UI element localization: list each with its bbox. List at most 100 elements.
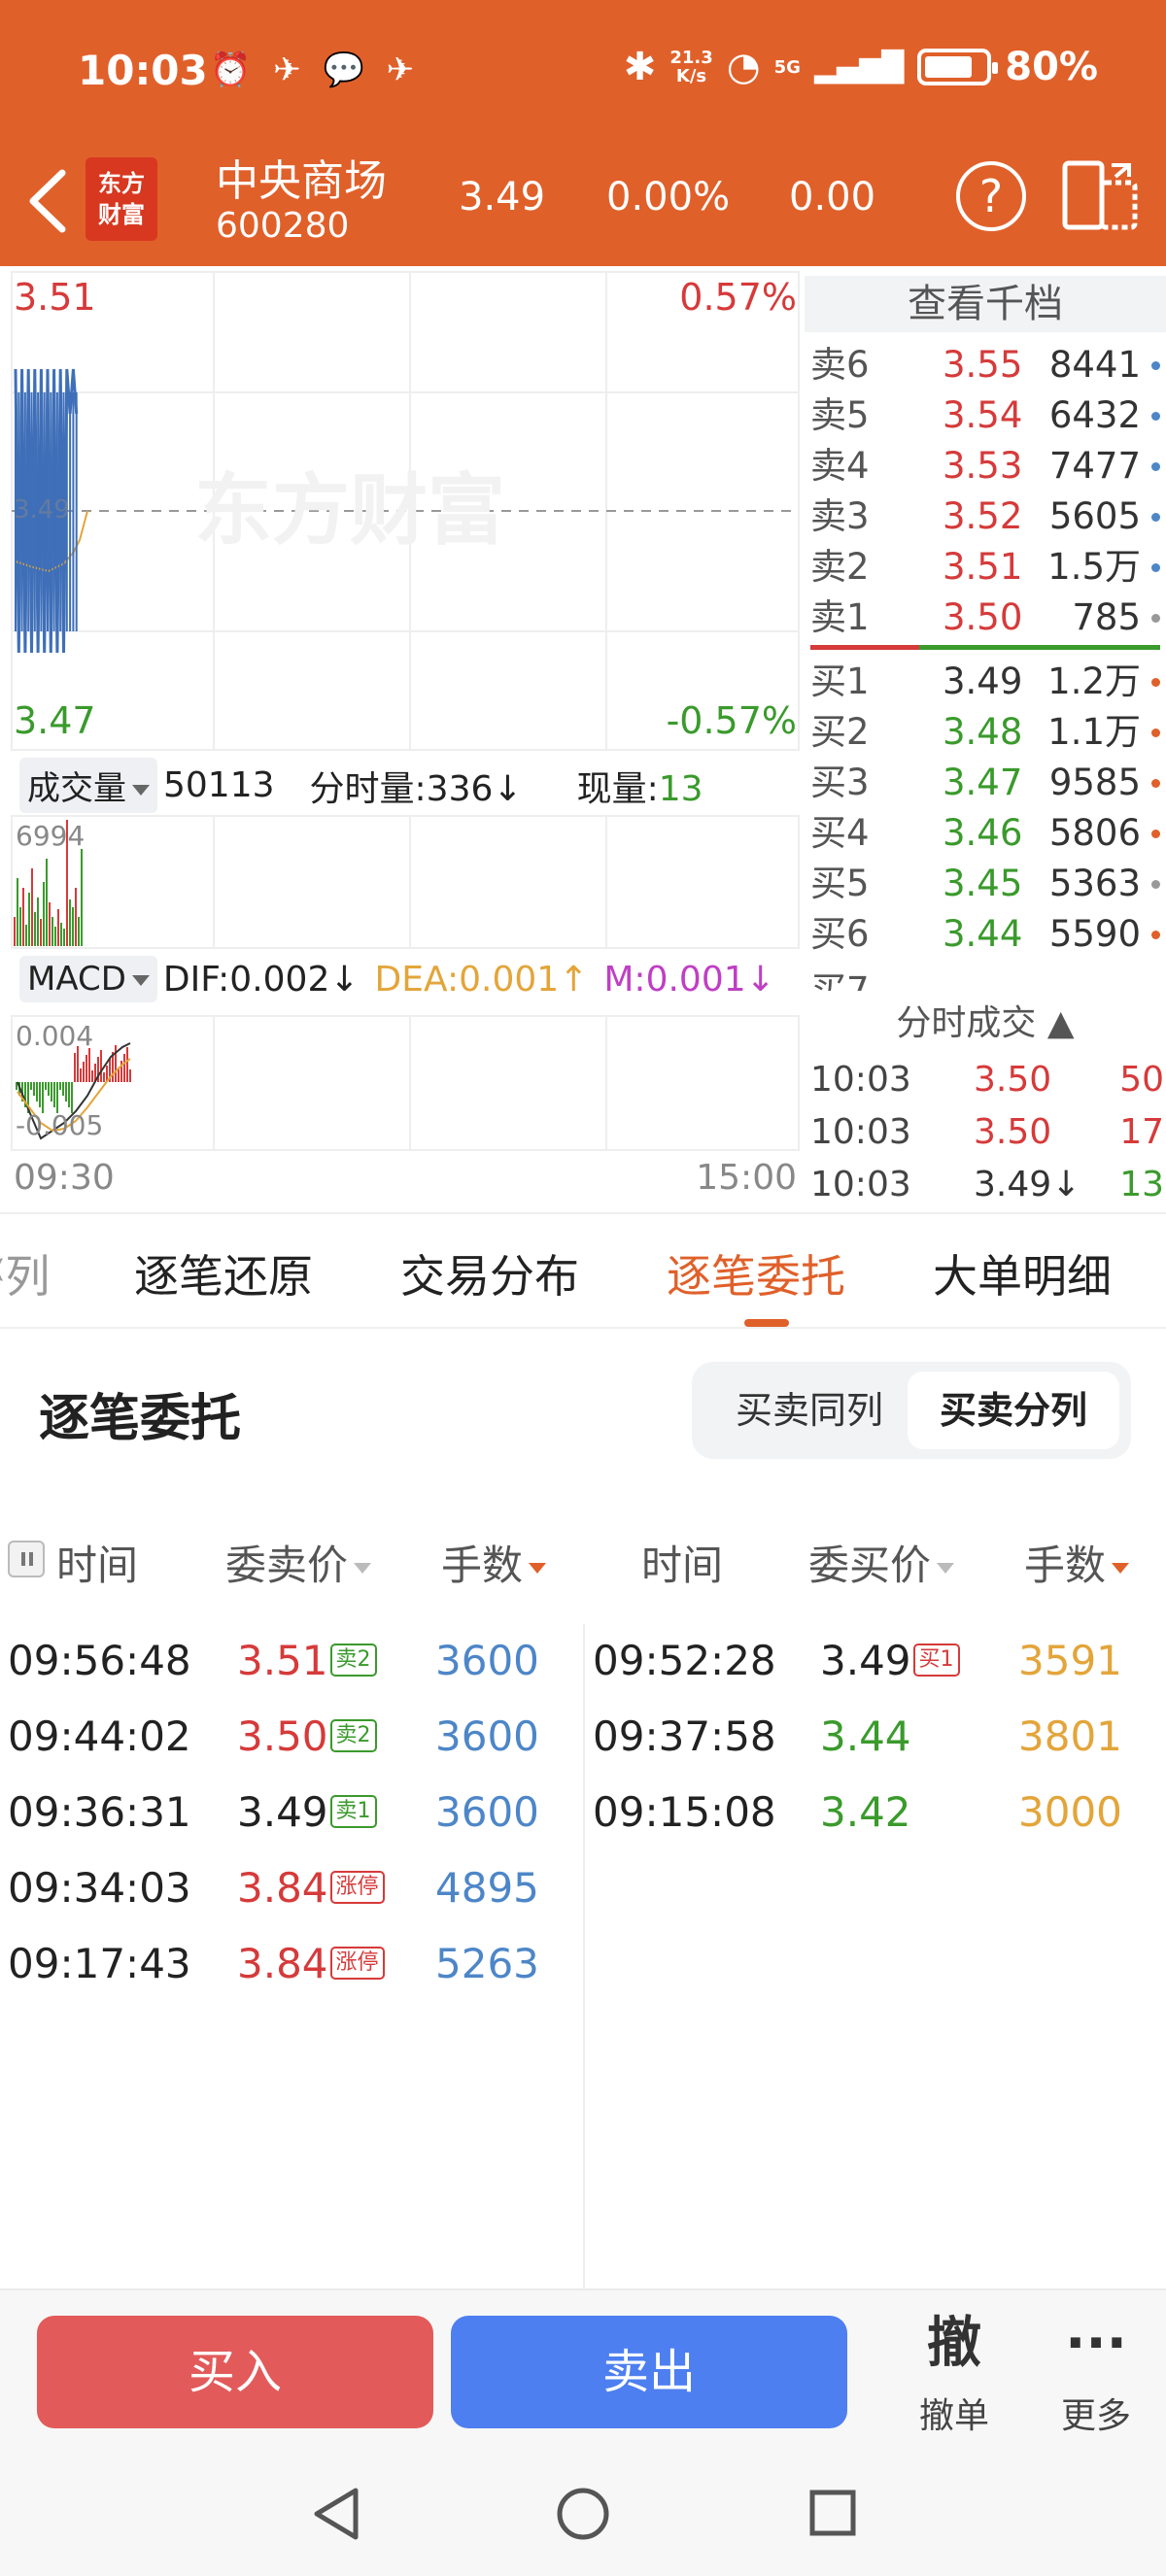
sell-price-header-label: 委卖价 (225, 1542, 349, 1589)
order-price: 3.84 涨停 (237, 1859, 385, 1917)
buy-qty-header[interactable]: 手数 (1024, 1533, 1130, 1592)
signal-bars-icon: ▂▄▆█ (813, 50, 905, 85)
orderbook-row[interactable]: 买2 3.48 1.1万 (810, 707, 1160, 758)
orderbook-row[interactable]: 买3 3.47 9585 (810, 758, 1160, 808)
orderbook-row[interactable]: 卖6 3.55 8441 (810, 340, 1160, 390)
orderbook-row[interactable]: 买1 3.49 1.2万 (810, 657, 1160, 707)
status-right: ✱ 21.3 K/s ◔ 5G ▂▄▆█ 80% (624, 45, 1098, 89)
chart-low-price: 3.47 (14, 699, 96, 742)
macd-bar (59, 1082, 61, 1090)
sell-button[interactable]: 卖出 (451, 2316, 847, 2428)
tick-row: 10:03 3.50 50 (810, 1053, 1164, 1107)
nav-back-icon[interactable] (309, 2485, 363, 2543)
volume-bar (25, 925, 27, 946)
stock-change-pct: 0.00% (606, 175, 731, 220)
intraday-chart-area[interactable]: 东方财富 3.51 0.57% 3.47 -0.57% 3.49 成交量 501… (10, 270, 801, 1212)
buy-button[interactable]: 买入 (37, 2316, 433, 2428)
level-volume: 5363 (1048, 863, 1141, 904)
split-screen-icon[interactable] (1061, 159, 1139, 231)
nav-recents-icon[interactable] (806, 2485, 861, 2543)
volume-bar (72, 907, 74, 946)
orderbook-row[interactable]: 卖4 3.53 7477 (810, 441, 1160, 491)
level-volume: 9585 (1048, 762, 1141, 803)
order-qty: 3600 (435, 1637, 539, 1684)
macd-dea: DEA:0.001↑ (374, 959, 589, 1000)
macd-bar (123, 1054, 125, 1082)
orderbook-row[interactable]: 卖2 3.51 1.5万 (810, 542, 1160, 593)
stock-change: 0.00 (789, 175, 876, 220)
volume-indicator-row: 成交量 50113 分时量:336↓ 现量:13 (19, 758, 703, 813)
order-qty: 3600 (435, 1788, 539, 1836)
order-price: 3.44 (820, 1712, 911, 1760)
order-time: 09:56:48 (8, 1637, 191, 1684)
back-icon[interactable] (25, 167, 70, 235)
buy-time-header: 时间 (641, 1542, 724, 1589)
sell-qty-header[interactable]: 手数 (441, 1533, 547, 1592)
cancel-order-button[interactable]: 撤 撤单 (896, 2310, 1012, 2438)
tab-trade-distribution[interactable]: 交易分布 (400, 1241, 579, 1305)
macd-dropdown[interactable]: MACD (19, 956, 157, 1002)
order-time: 09:52:28 (593, 1637, 776, 1684)
volume-chart[interactable] (10, 814, 801, 950)
macd-chart[interactable] (10, 1014, 801, 1152)
signal-type: 5G (773, 56, 801, 78)
split-column-option[interactable]: 买卖分列 (908, 1372, 1119, 1449)
level-price: 3.48 (943, 711, 1023, 753)
layout-toggle: 买卖同列 买卖分列 (692, 1362, 1131, 1459)
level-price: 3.44 (943, 913, 1023, 955)
tab-partial[interactable]: ⁽列 (0, 1241, 50, 1305)
volume-bar (57, 909, 59, 946)
orderbook-row[interactable]: 卖3 3.52 5605 (810, 491, 1160, 542)
notification-icons: ⏰ ✈ 💬 ✈ (210, 51, 421, 89)
tab-large-order[interactable]: 大单明细 (933, 1241, 1112, 1305)
volume-dropdown[interactable]: 成交量 (19, 758, 157, 813)
orderbook-row[interactable]: 买6 3.44 5590 (810, 909, 1160, 960)
order-qty: 3000 (1018, 1788, 1122, 1836)
level-price: 3.53 (943, 445, 1023, 487)
volume-bar (14, 917, 16, 946)
macd-dif: DIF:0.002↓ (162, 959, 360, 1000)
view-thousand-levels-button[interactable]: 查看千档 (805, 276, 1166, 332)
pause-icon[interactable] (8, 1541, 45, 1577)
order-qty: 3801 (1018, 1712, 1122, 1760)
order-book[interactable]: 查看千档 卖6 3.55 8441 卖5 3.54 6432 卖4 3.53 7477 卖3 3.5… (805, 270, 1166, 991)
battery-fill (925, 56, 973, 78)
level-label: 买2 (810, 711, 870, 753)
macd-indicator-row: MACD DIF:0.002↓ DEA:0.001↑ M:0.001↓ (19, 956, 775, 1002)
order-qty: 3600 (435, 1712, 539, 1760)
volume-max: 6994 (16, 820, 86, 852)
more-button[interactable]: ··· 更多 (1038, 2310, 1154, 2438)
tick-trades[interactable]: 分时成交 ▲ 10:03 3.50 50 10:03 3.50 17 10:03 3.49↓ 1… (805, 991, 1166, 1214)
tick-trades-title[interactable]: 分时成交 ▲ (805, 995, 1166, 1045)
level-price: 3.46 (943, 812, 1023, 854)
orderbook-row[interactable]: 卖5 3.54 6432 (810, 390, 1160, 441)
tab-trade-restore[interactable]: 逐笔还原 (134, 1241, 313, 1305)
macd-bar (33, 1082, 35, 1096)
buy-price-header[interactable]: 委买价 (808, 1533, 955, 1592)
orderbook-row[interactable]: 买4 3.46 5806 (810, 808, 1160, 859)
macd-bar (74, 1053, 76, 1082)
logo-line1: 东方 (98, 170, 145, 197)
help-icon[interactable]: ? (956, 161, 1026, 231)
level-label: 买6 (810, 913, 870, 955)
orderbook-row[interactable]: 卖1 3.50 785 (810, 593, 1160, 643)
price-chart[interactable]: 东方财富 (10, 270, 801, 756)
battery-percent: 80% (1005, 45, 1098, 89)
nav-home-icon[interactable] (554, 2485, 612, 2543)
sell-price-header[interactable]: 委卖价 (225, 1533, 372, 1592)
same-column-option[interactable]: 买卖同列 (703, 1372, 915, 1449)
system-nav-bar (0, 2452, 1166, 2576)
tab-order-detail[interactable]: 逐笔委托 (667, 1241, 845, 1305)
battery-icon (917, 49, 999, 85)
level-volume: 6432 (1048, 394, 1141, 436)
level-price: 3.55 (943, 344, 1023, 386)
sort-icon (529, 1563, 547, 1574)
level-price: 3.51 (943, 546, 1023, 588)
macd-bar (62, 1082, 64, 1096)
level-label: 卖1 (810, 596, 870, 638)
chart-end-time: 15:00 (696, 1158, 797, 1198)
stock-code: 600280 (216, 206, 350, 246)
bluetooth-icon: ✱ (623, 45, 657, 89)
orderbook-row[interactable]: 买5 3.45 5363 (810, 859, 1160, 909)
volume-total: 50113 (163, 765, 275, 805)
